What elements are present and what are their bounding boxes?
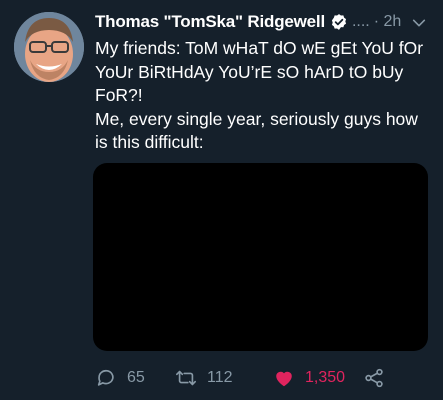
handle-truncated[interactable]: .... — [352, 13, 370, 31]
share-icon — [365, 368, 383, 388]
tweet-text-line: My friends: ToM wHaT dO wE gEt YoU fOr Y… — [95, 38, 424, 105]
retweet-count: 112 — [207, 369, 233, 386]
tweet-text-line: Me, every single year, seriously guys ho… — [95, 108, 418, 153]
retweet-icon — [176, 370, 196, 386]
verified-badge-icon — [331, 14, 347, 30]
tweet-actions: 65 112 1,350 — [95, 366, 433, 390]
like-button[interactable]: 1,350 — [273, 366, 345, 390]
avatar-image — [14, 12, 84, 82]
reply-button[interactable]: 65 — [95, 366, 145, 390]
retweet-button[interactable]: 112 — [175, 366, 233, 390]
reply-icon — [97, 369, 114, 386]
timestamp[interactable]: · 2h — [374, 13, 402, 31]
reply-count: 65 — [127, 369, 145, 386]
heart-icon — [276, 371, 292, 387]
avatar[interactable] — [14, 12, 84, 82]
tweet-text: My friends: ToM wHaT dO wE gEt YoU fOr Y… — [95, 37, 431, 155]
tweet-media[interactable] — [93, 163, 428, 351]
chevron-down-icon[interactable] — [411, 15, 427, 31]
author-name[interactable]: Thomas "TomSka" Ridgewell — [95, 12, 325, 32]
tweet-header: Thomas "TomSka" Ridgewell .... · 2h — [95, 9, 433, 35]
like-count: 1,350 — [305, 369, 346, 386]
share-button[interactable] — [363, 366, 385, 390]
